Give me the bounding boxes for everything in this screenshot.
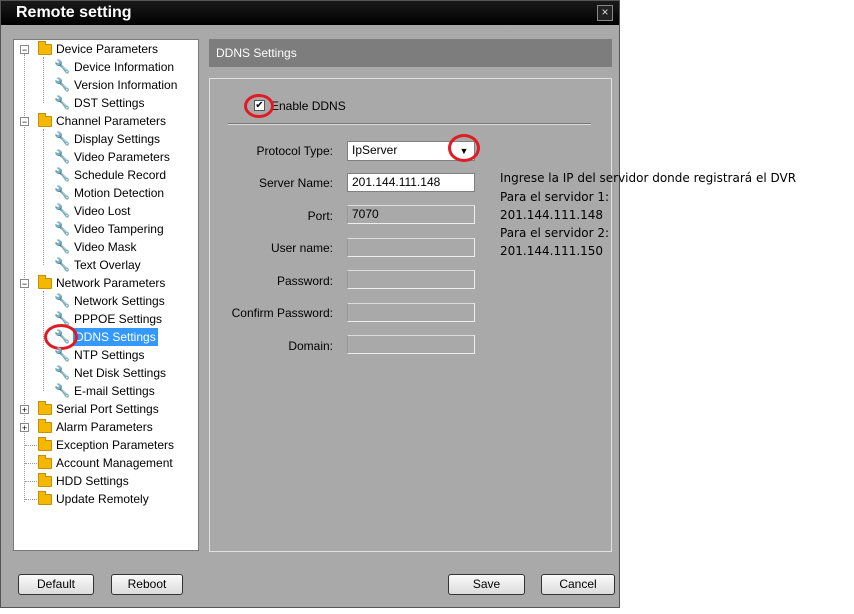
reboot-button[interactable]: Reboot [111,574,183,595]
server-name-label: Server Name: [258,176,333,190]
password-input[interactable] [347,270,475,289]
wrench-icon: 🔧 [54,293,71,308]
port-label: Port: [307,209,333,223]
annotation-circle [244,94,274,118]
folder-icon [38,401,52,415]
divider [228,123,591,125]
confirm-password-input[interactable] [347,303,475,322]
wrench-icon: 🔧 [54,95,71,110]
default-button[interactable]: Default [18,574,94,595]
collapse-icon[interactable]: − [20,117,29,127]
enable-ddns-label: Enable DDNS [271,99,346,113]
expand-icon[interactable]: + [20,423,29,433]
wrench-icon: 🔧 [54,203,71,218]
protocol-type-value: IpServer [352,143,398,157]
user-name-label: User name: [270,241,333,255]
annotation-note-line: Para el servidor 2: [500,226,610,240]
tree-line [43,57,44,103]
save-button[interactable]: Save [448,574,525,595]
collapse-icon[interactable]: − [20,279,29,289]
title-bar[interactable]: Remote setting × [1,1,619,25]
wrench-icon: 🔧 [54,365,71,380]
protocol-type-label: Protocol Type: [256,144,334,158]
wrench-icon: 🔧 [54,383,71,398]
wrench-icon: 🔧 [54,167,71,182]
wrench-icon: 🔧 [54,59,71,74]
folder-icon [38,419,52,433]
folder-icon [38,473,52,487]
folder-icon [38,455,52,469]
window-title: Remote setting [16,4,132,21]
folder-icon [38,113,52,127]
folder-icon [38,275,52,289]
annotation-note-line: 201.144.111.148 [500,208,604,222]
wrench-icon: 🔧 [54,149,71,164]
wrench-icon: 🔧 [54,257,71,272]
tree-line [25,499,37,500]
settings-tree[interactable]: − Device Parameters 🔧 Device Information… [13,39,199,551]
wrench-icon: 🔧 [54,221,71,236]
folder-icon [38,491,52,505]
domain-label: Domain: [288,339,333,353]
tree-line [25,445,37,446]
domain-input[interactable] [347,335,475,354]
tree-line [25,463,37,464]
close-icon[interactable]: × [597,5,613,21]
annotation-note-line: Ingrese la IP del servidor donde registr… [500,171,797,185]
remote-setting-window: Remote setting × − Device Parameters 🔧 D… [0,0,620,608]
user-name-input[interactable] [347,238,475,257]
annotation-note-line: 201.144.111.150 [500,244,604,258]
confirm-password-label: Confirm Password: [231,306,333,320]
tree-line [25,481,37,482]
wrench-icon: 🔧 [54,239,71,254]
annotation-circle [448,134,480,162]
expand-icon[interactable]: + [20,405,29,415]
folder-icon [38,437,52,451]
password-label: Password: [276,274,333,288]
port-input[interactable]: 7070 [347,205,475,224]
cancel-button[interactable]: Cancel [541,574,615,595]
wrench-icon: 🔧 [54,347,71,362]
tree-line [43,129,44,265]
server-name-input[interactable]: 201.144.111.148 [347,173,475,192]
folder-icon [38,41,52,55]
wrench-icon: 🔧 [54,77,71,92]
wrench-icon: 🔧 [54,185,71,200]
annotation-note-line: Para el servidor 1: [500,190,610,204]
wrench-icon: 🔧 [54,131,71,146]
collapse-icon[interactable]: − [20,45,29,55]
panel-header: DDNS Settings [209,39,612,67]
